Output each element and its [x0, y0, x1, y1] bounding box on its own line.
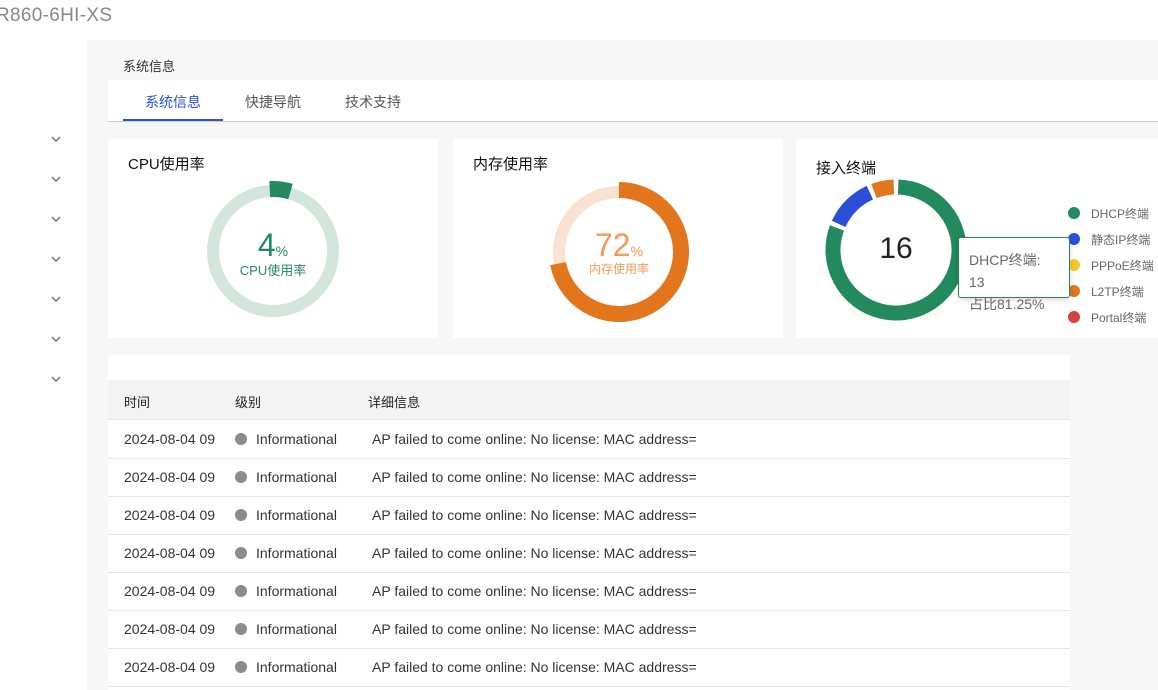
col-level: 级别 [235, 395, 262, 410]
col-detail: 详细信息 [368, 395, 421, 410]
level-dot-icon [235, 509, 247, 521]
row-detail: AP failed to come online: No license: MA… [372, 431, 697, 447]
chevron-down-icon[interactable] [50, 333, 62, 345]
legend-item[interactable]: PPPoE终端 [1068, 252, 1154, 278]
tab-quick-nav[interactable]: 快捷导航 [245, 92, 301, 112]
legend-dot-icon [1068, 311, 1080, 323]
memory-card: 内存使用率 72% 内存使用率 [453, 139, 783, 338]
table-header: 时间 级别 详细信息 [108, 380, 1070, 420]
row-time: 2024-08-04 09 [124, 621, 216, 637]
table-row[interactable]: 2024-08-04 09 Informational AP failed to… [108, 459, 1070, 497]
level-dot-icon [235, 585, 247, 597]
memory-label: 内存使用率 [588, 262, 649, 276]
legend-item[interactable]: DHCP终端 [1068, 200, 1154, 226]
table-row[interactable]: 2024-08-04 09 Informational AP failed to… [108, 535, 1070, 573]
device-title: R860-6HI-XS [0, 5, 113, 26]
row-time: 2024-08-04 09 [124, 469, 216, 485]
legend-item[interactable]: 静态IP终端 [1068, 226, 1154, 252]
row-time: 2024-08-04 09 [124, 659, 216, 675]
row-detail: AP failed to come online: No license: MA… [372, 583, 697, 599]
row-detail: AP failed to come online: No license: MA… [372, 621, 697, 637]
row-detail: AP failed to come online: No license: MA… [372, 507, 697, 523]
row-time: 2024-08-04 09 [124, 431, 216, 447]
tab-system-info[interactable]: 系统信息 [145, 92, 201, 112]
log-table: 时间 级别 详细信息 2024-08-04 09 Informational A… [108, 355, 1070, 690]
chevron-down-icon[interactable] [50, 253, 62, 265]
cpu-unit: % [275, 243, 289, 259]
cpu-value: 4 [257, 227, 276, 263]
table-row[interactable]: 2024-08-04 09 Informational AP failed to… [108, 573, 1070, 611]
chevron-down-icon[interactable] [50, 213, 62, 225]
memory-value: 72 [594, 227, 631, 263]
chevron-down-icon[interactable] [50, 173, 62, 185]
chevron-down-icon[interactable] [50, 133, 62, 145]
level-dot-icon [235, 623, 247, 635]
row-level: Informational [235, 583, 337, 599]
legend-dot-icon [1068, 207, 1080, 219]
row-detail: AP failed to come online: No license: MA… [372, 659, 697, 675]
tooltip-line2: 占比81.25% [969, 296, 1045, 312]
table-row[interactable]: 2024-08-04 09 Informational AP failed to… [108, 497, 1070, 535]
chevron-down-icon[interactable] [50, 373, 62, 385]
active-tab-indicator [123, 119, 223, 121]
row-level: Informational [235, 545, 337, 561]
row-level: Informational [235, 659, 337, 675]
chevron-down-icon[interactable] [50, 293, 62, 305]
terminals-legend: DHCP终端 静态IP终端 PPPoE终端 L2TP终端 Portal终端 [1068, 200, 1154, 330]
tab-tech-support[interactable]: 技术支持 [345, 92, 401, 112]
cpu-arc [269, 181, 293, 200]
row-detail: AP failed to come online: No license: MA… [372, 545, 697, 561]
row-level: Informational [235, 469, 337, 485]
tab-bar: 系统信息 快捷导航 技术支持 [108, 80, 1158, 122]
row-time: 2024-08-04 09 [124, 507, 216, 523]
legend-item[interactable]: L2TP终端 [1068, 278, 1154, 304]
legend-item[interactable]: Portal终端 [1068, 304, 1154, 330]
terminals-total: 16 [879, 232, 913, 265]
donut-segment [831, 185, 874, 228]
level-dot-icon [235, 547, 247, 559]
table-row[interactable]: 2024-08-04 09 Informational AP failed to… [108, 611, 1070, 649]
tooltip-line1: DHCP终端: 13 [969, 252, 1041, 290]
table-row[interactable]: 2024-08-04 09 Informational AP failed to… [108, 649, 1070, 687]
level-dot-icon [235, 433, 247, 445]
col-time: 时间 [124, 395, 151, 410]
row-time: 2024-08-04 09 [124, 545, 216, 561]
row-level: Informational [235, 507, 337, 523]
breadcrumb: 系统信息 [123, 59, 176, 74]
row-detail: AP failed to come online: No license: MA… [372, 469, 697, 485]
cpu-label: CPU使用率 [239, 263, 307, 278]
table-row[interactable]: 2024-08-04 09 Informational AP failed to… [108, 421, 1070, 459]
level-dot-icon [235, 661, 247, 673]
cpu-card: CPU使用率 4% CPU使用率 [108, 139, 438, 338]
memory-unit: % [630, 243, 644, 259]
row-time: 2024-08-04 09 [124, 583, 216, 599]
row-level: Informational [235, 431, 337, 447]
chart-tooltip: DHCP终端: 13 占比81.25% [958, 237, 1070, 312]
donut-segment [871, 179, 895, 199]
row-level: Informational [235, 621, 337, 637]
level-dot-icon [235, 471, 247, 483]
